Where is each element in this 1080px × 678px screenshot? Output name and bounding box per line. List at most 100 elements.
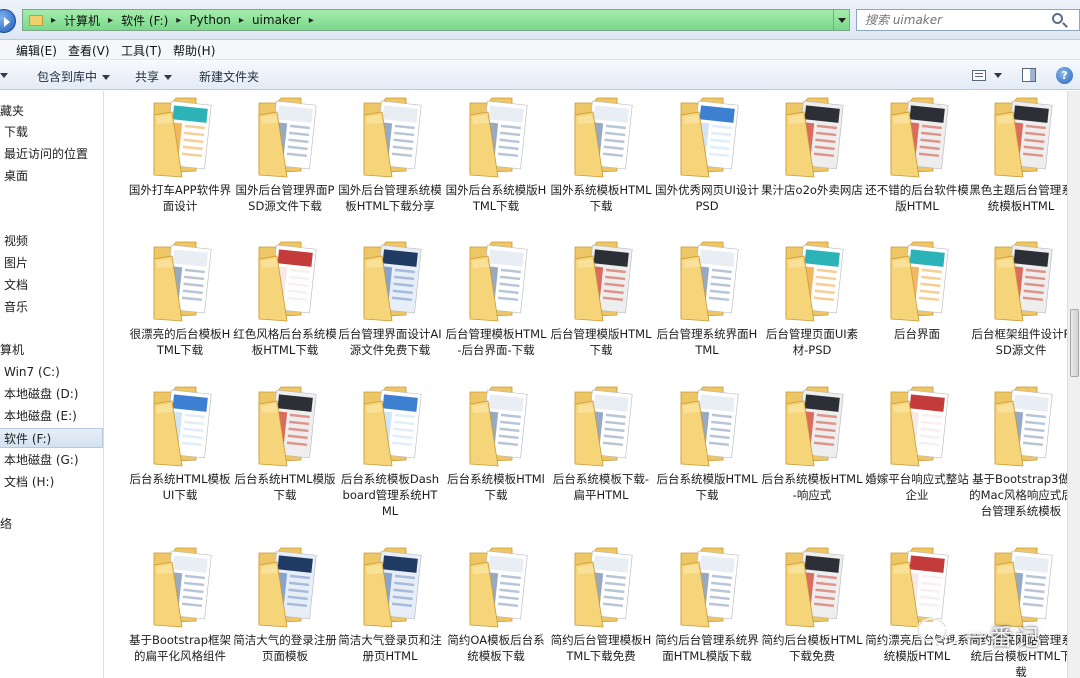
nav-item-label: 本地磁盘 (D:) (4, 387, 79, 401)
vertical-scrollbar[interactable] (1067, 91, 1080, 678)
include-in-library-button[interactable]: 包含到库中 (37, 68, 111, 85)
menu-tools[interactable]: 工具(T) (121, 42, 162, 59)
folder-icon (363, 386, 422, 467)
folder-icon (680, 547, 739, 628)
organize-dropdown-icon[interactable] (0, 73, 8, 78)
nav-item[interactable]: 文档 (0, 275, 103, 295)
folder-name: 简约后台模板HTML下载免费 (761, 633, 863, 663)
chevron-right-icon: ▸ (108, 14, 114, 26)
nav-item[interactable]: 本地磁盘 (D:) (0, 384, 103, 404)
folder-name: 后台管理系统界面HTML (656, 327, 758, 357)
folder-name: 后台系统模板HTMl下载 (447, 472, 545, 502)
folder-icon (469, 547, 528, 628)
nav-item[interactable]: 下载 (0, 122, 103, 142)
folder-icon (258, 241, 317, 322)
wechat-logo-icon (916, 617, 958, 648)
folder-icon (258, 386, 317, 467)
nav-group-header[interactable]: 收藏夹 (0, 101, 103, 121)
nav-item-label: 视频 (4, 234, 29, 248)
nav-item[interactable]: 本地磁盘 (E:) (0, 406, 103, 426)
folder-icon (153, 547, 212, 628)
breadcrumb-python[interactable]: Python (189, 13, 231, 27)
menu-edit[interactable]: 编辑(E) (16, 42, 57, 59)
view-options-dropdown-icon[interactable] (994, 73, 1002, 78)
nav-item-label: 桌面 (4, 169, 29, 183)
nav-item-label: 本地磁盘 (E:) (4, 409, 77, 423)
watermark: 一番记 (916, 608, 1076, 652)
menu-bar: 编辑(E) 查看(V) 工具(T) 帮助(H) (0, 40, 1080, 60)
nav-item[interactable]: 视频 (0, 231, 103, 251)
nav-item[interactable]: 音乐 (0, 297, 103, 317)
folder-icon (29, 14, 43, 26)
folder-name: 红色风格后台系统模板HTML下载 (233, 327, 337, 357)
change-view-icon[interactable] (972, 70, 986, 81)
folder-icon (785, 241, 844, 322)
folder-name: 后台系统HTML模板UI下载 (129, 472, 231, 502)
nav-group-header[interactable]: 计算机 (0, 340, 103, 360)
folder-icon (785, 547, 844, 628)
folder-icon (574, 547, 633, 628)
nav-item-label: 收藏夹 (0, 104, 25, 118)
folder-icon (258, 97, 317, 178)
folder-icon (258, 547, 317, 628)
folder-name: 国外后台管理界面PSD源文件下载 (235, 183, 335, 213)
folder-icon (153, 386, 212, 467)
folder-icon (574, 97, 633, 178)
folder-icon (890, 97, 949, 178)
address-row: ▸ 计算机 ▸ 软件 (F:) ▸ Python ▸ uimaker ▸ ✕ (0, 0, 1080, 40)
nav-group-header[interactable]: 库 (0, 209, 103, 229)
nav-item[interactable]: 文档 (H:) (0, 472, 103, 492)
nav-item[interactable]: 最近访问的位置 (0, 144, 103, 164)
back-arrow-icon[interactable] (0, 9, 16, 33)
navigation-pane: 收藏夹下载最近访问的位置桌面库视频图片文档音乐计算机 Win7 (C:) 本地磁盘 … (0, 91, 104, 678)
menu-help[interactable]: 帮助(H) (173, 42, 215, 59)
watermark-text: 一番记 (964, 625, 1042, 651)
nav-item-label: 下载 (4, 125, 29, 139)
nav-item-label: 本地磁盘 (G:) (4, 453, 79, 467)
nav-item-label: 文档 (H:) (4, 475, 55, 489)
folder-name: 简洁大气登录页和注册页HTML (338, 633, 442, 663)
breadcrumb-drive-f[interactable]: 软件 (F:) (121, 12, 168, 29)
address-history-dropdown[interactable] (833, 10, 849, 30)
folder-name: 国外打车APP软件界面设计 (128, 183, 232, 213)
nav-item[interactable]: 桌面 (0, 166, 103, 186)
help-icon[interactable]: ? (1056, 67, 1073, 84)
folder-name: 国外后台管理系统模板HTML下载分享 (338, 183, 442, 213)
preview-pane-icon[interactable] (1022, 68, 1036, 82)
nav-item-label: 图片 (4, 256, 29, 270)
scrollbar-thumb[interactable] (1070, 309, 1079, 377)
folder-name: 后台框架组件设计PSD源文件 (971, 327, 1067, 357)
nav-item[interactable]: 软件 (F:) (0, 428, 103, 448)
folder-name: 基于Bootstrap框架的扁平化风格组件 (128, 633, 232, 663)
folder-name: 后台管理页面UI素材-PSD (765, 327, 859, 357)
address-bar[interactable]: ▸ 计算机 ▸ 软件 (F:) ▸ Python ▸ uimaker ▸ ✕ (22, 9, 866, 31)
search-box[interactable] (856, 9, 1080, 31)
chevron-right-icon: ▸ (176, 14, 182, 26)
folder-name: 黑色主题后台管理系统模板HTML (969, 183, 1067, 213)
folder-name: 后台系统HTML模版下载 (234, 472, 336, 502)
share-button[interactable]: 共享 (135, 68, 173, 85)
folder-name: 后台管理模板HTML-后台界面-下载 (445, 327, 547, 357)
folder-icon (680, 97, 739, 178)
folder-name: 国外系统模板HTML下载 (550, 183, 652, 213)
folder-icon (574, 241, 633, 322)
folder-name: 简洁大气的登录注册页面模板 (233, 633, 337, 663)
nav-group-header[interactable]: 网络 (0, 514, 103, 534)
search-input[interactable] (865, 13, 1045, 27)
folder-icon (785, 97, 844, 178)
folder-icon (469, 241, 528, 322)
nav-item[interactable]: 本地磁盘 (G:) (0, 450, 103, 470)
chevron-right-icon: ▸ (308, 14, 314, 26)
new-folder-button[interactable]: 新建文件夹 (199, 68, 259, 85)
chevron-down-icon (164, 75, 173, 80)
menu-view[interactable]: 查看(V) (68, 42, 110, 59)
breadcrumb-computer[interactable]: 计算机 (64, 12, 100, 29)
breadcrumb-uimaker[interactable]: uimaker (252, 13, 301, 27)
folder-name: 后台界面 (894, 327, 940, 341)
nav-item[interactable]: 图片 (0, 253, 103, 273)
nav-item[interactable]: Win7 (C:) (0, 362, 103, 382)
search-icon[interactable] (1052, 13, 1063, 24)
folder-name: 后台系统模板HTML-响应式 (761, 472, 863, 502)
folder-name: 国外后台系统模版HTML下载 (445, 183, 547, 213)
chevron-down-icon (102, 75, 111, 80)
